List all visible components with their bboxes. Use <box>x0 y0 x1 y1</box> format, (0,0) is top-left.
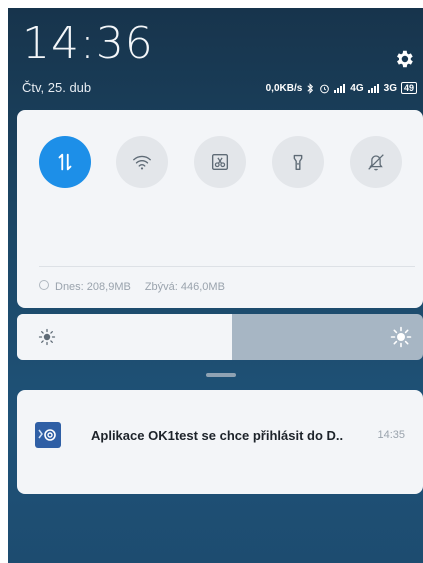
alarm-icon <box>320 84 330 93</box>
wifi-icon <box>133 155 151 170</box>
notification-text: Aplikace OK1test se chce přihlásit do D.… <box>91 428 344 443</box>
usage-remaining: Zbývá: 446,0MB <box>144 280 225 293</box>
toggle-silent[interactable] <box>350 136 402 188</box>
bluetooth-icon <box>307 82 314 94</box>
app-mail-icon <box>35 422 61 448</box>
network-type-1: 4G <box>350 82 364 94</box>
toggle-flashlight[interactable] <box>272 136 324 188</box>
toggle-wifi[interactable] <box>116 136 168 188</box>
clock: 14:36 <box>22 18 154 69</box>
data-transfer-icon <box>58 153 72 171</box>
circle-icon <box>39 280 49 290</box>
brightness-slider[interactable] <box>17 314 423 360</box>
brightness-high-icon <box>390 326 412 348</box>
quick-settings-panel: Dnes: 208,9MB Zbývá: 446,0MB <box>17 110 423 308</box>
usage-today: Dnes: 208,9MB <box>39 280 131 293</box>
toggle-mobile-data[interactable] <box>39 136 91 188</box>
bell-off-icon <box>368 154 384 171</box>
panel-divider <box>39 266 415 267</box>
date-label: Čtv, 25. dub <box>22 80 92 95</box>
network-speed: 0,0KB/s <box>265 82 303 94</box>
at-sign-icon <box>38 429 56 441</box>
signal-icon-2 <box>367 83 379 93</box>
brightness-low-icon <box>38 328 56 346</box>
flashlight-icon <box>293 154 303 171</box>
battery-icon: 49 <box>400 82 417 94</box>
notification-shade: 14:36 Čtv, 25. dub 0,0KB/s 4G 3G 49 Dnes… <box>8 8 423 563</box>
signal-icon <box>334 83 346 93</box>
scissors-icon <box>211 153 229 171</box>
status-bar-indicators: 0,0KB/s 4G 3G 49 <box>266 82 417 94</box>
notification-time: 14:35 <box>377 429 405 441</box>
drag-handle[interactable] <box>206 373 236 377</box>
gear-icon[interactable] <box>393 48 415 70</box>
network-type-2: 3G <box>383 82 397 94</box>
toggle-screenshot[interactable] <box>194 136 246 188</box>
data-usage-row[interactable]: Dnes: 208,9MB Zbývá: 446,0MB <box>39 280 225 293</box>
notification-card[interactable]: Aplikace OK1test se chce přihlásit do D.… <box>17 390 423 494</box>
usage-today-label: Dnes: 208,9MB <box>55 281 131 293</box>
battery-level: 49 <box>403 83 414 93</box>
